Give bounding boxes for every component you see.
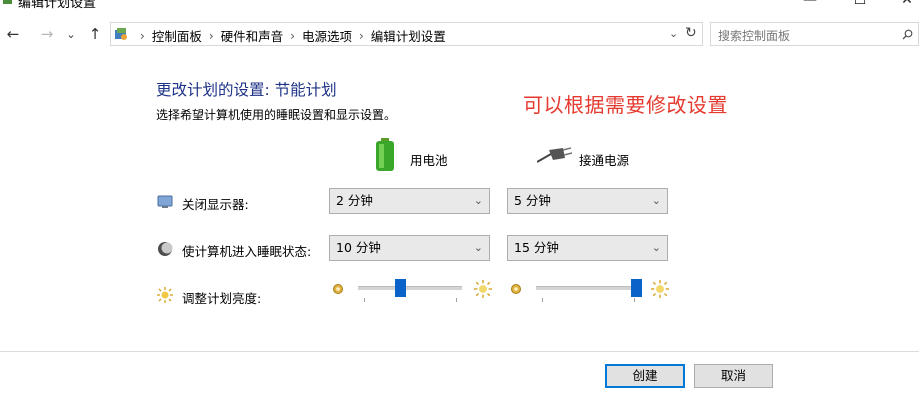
footer-divider — [0, 351, 919, 352]
forward-arrow-icon[interactable]: → — [38, 25, 56, 43]
display-off-label: 关闭显示器: — [182, 197, 249, 212]
slider-tick — [542, 298, 543, 302]
brightness-plugged-track[interactable] — [536, 286, 640, 290]
brightness-battery-track[interactable] — [358, 286, 462, 290]
maximize-button[interactable]: ☐ — [845, 0, 875, 8]
sleep-plugged-value: 15 分钟 — [514, 240, 559, 255]
battery-column-label: 用电池 — [410, 153, 448, 168]
brightness-high-icon — [651, 280, 669, 298]
brightness-low-icon — [333, 284, 343, 294]
breadcrumb-control-panel[interactable]: 控制面板 — [152, 26, 202, 45]
breadcrumb-separator-icon: › — [208, 28, 214, 43]
slider-tick — [364, 298, 365, 302]
minimize-button[interactable]: — — [795, 0, 825, 8]
slider-tick — [456, 298, 457, 302]
page-description: 选择希望计算机使用的睡眠设置和显示设置。 — [156, 108, 397, 122]
display-off-battery-value: 2 分钟 — [336, 193, 373, 208]
brightness-high-icon — [474, 280, 492, 298]
sleep-moon-icon — [158, 242, 173, 256]
display-off-plugged-select[interactable]: 5 分钟 ⌄ — [507, 188, 668, 214]
breadcrumb-separator-icon: › — [358, 28, 364, 43]
chevron-down-icon: ⌄ — [651, 194, 661, 207]
brightness-low-icon — [511, 284, 521, 294]
chevron-down-icon: ⌄ — [473, 241, 483, 254]
sleep-battery-value: 10 分钟 — [336, 240, 381, 255]
address-history-chevron-icon[interactable]: ⌄ — [669, 27, 678, 40]
close-button[interactable]: ✕ — [892, 0, 919, 8]
breadcrumb-power-options[interactable]: 电源选项 — [302, 26, 352, 45]
sleep-battery-select[interactable]: 10 分钟 ⌄ — [329, 235, 490, 261]
chevron-down-icon: ⌄ — [651, 241, 661, 254]
create-button[interactable]: 创建 — [605, 364, 685, 388]
page-title: 更改计划的设置: 节能计划 — [156, 81, 337, 99]
search-input[interactable]: 搜索控制面板 — [718, 27, 790, 44]
back-arrow-icon[interactable]: ← — [4, 25, 22, 43]
breadcrumb-hardware-sound[interactable]: 硬件和声音 — [221, 26, 284, 45]
display-icon — [157, 195, 173, 208]
breadcrumb-separator-icon: › — [140, 28, 145, 43]
slider-tick — [634, 298, 635, 302]
breadcrumb-separator-icon: › — [290, 28, 295, 43]
recent-locations-chevron-icon[interactable]: ⌄ — [62, 28, 80, 41]
control-panel-icon — [115, 28, 127, 40]
window-title: 编辑计划设置 — [18, 0, 97, 11]
brightness-battery-thumb[interactable] — [394, 279, 406, 297]
plugged-in-column-label: 接通电源 — [579, 153, 630, 168]
brightness-sun-icon — [157, 287, 173, 303]
sleep-plugged-select[interactable]: 15 分钟 ⌄ — [507, 235, 668, 261]
power-plug-icon — [537, 147, 573, 163]
annotation-text: 可以根据需要修改设置 — [523, 93, 728, 117]
search-icon[interactable] — [902, 29, 913, 40]
breadcrumb: › 控制面板 › 硬件和声音 › 电源选项 › 编辑计划设置 — [140, 26, 446, 45]
display-off-plugged-value: 5 分钟 — [514, 193, 551, 208]
cancel-button[interactable]: 取消 — [694, 364, 773, 388]
title-bar: 编辑计划设置 — ☐ ✕ — [0, 0, 919, 14]
brightness-plugged-thumb[interactable] — [630, 279, 642, 297]
battery-icon — [376, 138, 394, 171]
brightness-label: 调整计划亮度: — [182, 291, 262, 306]
chevron-down-icon: ⌄ — [473, 194, 483, 207]
sleep-label: 使计算机进入睡眠状态: — [182, 244, 312, 259]
refresh-icon[interactable]: ↻ — [685, 25, 697, 41]
breadcrumb-edit-plan[interactable]: 编辑计划设置 — [371, 26, 446, 45]
up-arrow-icon[interactable]: ↑ — [86, 25, 104, 43]
power-options-icon — [3, 0, 12, 4]
display-off-battery-select[interactable]: 2 分钟 ⌄ — [329, 188, 490, 214]
